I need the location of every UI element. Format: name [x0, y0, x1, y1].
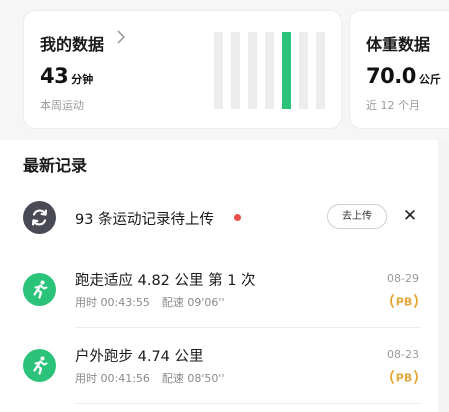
record-date: 08-23	[387, 348, 419, 361]
my-data-card[interactable]: 我的数据 43 分钟 本周运动	[23, 10, 342, 129]
latest-records-title: 最新记录	[23, 156, 88, 175]
running-icon	[23, 349, 56, 382]
divider	[75, 327, 421, 328]
pb-badge-icon: PB	[390, 370, 418, 385]
pb-badge-icon: PB	[390, 294, 418, 309]
weight-number: 70.0	[366, 64, 416, 88]
upload-button[interactable]: 去上传	[327, 204, 387, 229]
divider	[75, 403, 421, 404]
record-pace: 配速 09'06''	[161, 296, 225, 309]
weight-unit: 公斤	[418, 73, 441, 86]
weight-value: 70.0 公斤	[366, 64, 441, 88]
record-row[interactable]: 户外跑步 4.74 公里 用时 00:41:56 配速 08'50'' 08-23…	[23, 341, 421, 397]
weekly-bar	[265, 32, 274, 109]
record-row[interactable]: 跑走适应 4.82 公里 第 1 次 用时 00:43:55 配速 09'06''…	[23, 265, 421, 321]
running-icon	[23, 273, 56, 306]
weight-title: 体重数据	[366, 35, 431, 54]
weekly-bar	[316, 32, 325, 109]
weekly-minutes-number: 43	[40, 64, 69, 88]
unread-dot	[234, 214, 241, 221]
record-pace: 配速 08'50''	[161, 372, 225, 385]
weekly-bar-active	[282, 32, 291, 109]
record-date: 08-29	[387, 272, 419, 285]
pending-upload-text: 93 条运动记录待上传	[75, 212, 215, 228]
weekly-bar	[231, 32, 240, 109]
summary-cards-strip: 我的数据 43 分钟 本周运动 体重数据 70.0 公斤 近 12 个月	[0, 0, 449, 140]
weekly-caption: 本周运动	[40, 99, 84, 112]
weekly-minutes-value: 43 分钟	[40, 64, 93, 88]
record-meta: 用时 00:43:55 配速 09'06''	[75, 294, 224, 310]
record-title: 户外跑步 4.74 公里	[75, 349, 204, 365]
weight-card[interactable]: 体重数据 70.0 公斤 近 12 个月	[349, 10, 449, 129]
weekly-bar	[248, 32, 257, 109]
record-duration: 用时 00:43:55	[75, 296, 150, 309]
weekly-bar	[214, 32, 223, 109]
sync-icon	[23, 201, 56, 234]
pending-upload-row[interactable]: 93 条运动记录待上传 去上传 ✕	[23, 197, 421, 237]
my-data-title: 我的数据	[40, 35, 105, 54]
close-icon[interactable]: ✕	[402, 205, 418, 227]
pb-badge-label: PB	[396, 296, 412, 309]
record-title: 跑走适应 4.82 公里 第 1 次	[75, 273, 256, 289]
pb-badge-label: PB	[396, 372, 412, 385]
weekly-bar	[299, 32, 308, 109]
record-meta: 用时 00:41:56 配速 08'50''	[75, 370, 224, 386]
record-duration: 用时 00:41:56	[75, 372, 150, 385]
weekly-minutes-unit: 分钟	[71, 73, 94, 86]
chevron-right-icon	[116, 29, 126, 49]
weight-caption: 近 12 个月	[366, 99, 420, 112]
scrollbar[interactable]	[438, 140, 449, 412]
